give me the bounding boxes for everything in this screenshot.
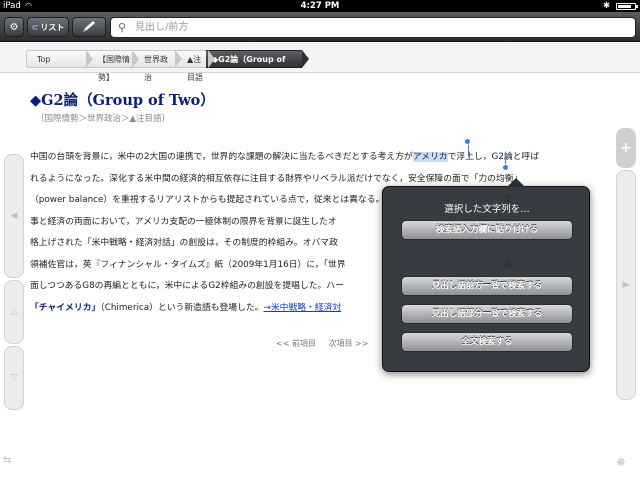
add-bookmark-button[interactable]: +	[616, 128, 636, 168]
selected-text[interactable]: アメリカ	[412, 152, 448, 162]
pager: << 前項目 次項目 >>	[276, 338, 378, 349]
pen-button[interactable]	[72, 17, 106, 37]
right-nav-rail: + ▶	[616, 128, 636, 466]
settings-button[interactable]: ⚙	[4, 17, 24, 37]
bluetooth-icon: ✱	[602, 1, 610, 11]
status-time: 4:27 PM	[300, 1, 340, 11]
plus-icon: +	[620, 140, 632, 156]
body-line: 中国の台頭を背景に，米中の2大国の連携で，世界的な課題の解決に当たるべきだとする…	[30, 152, 540, 162]
category-path: 〔国際情勢＞世界政治＞▲注目語〕	[36, 114, 171, 124]
previous-entry-link[interactable]: << 前項目	[276, 339, 316, 348]
next-page-button[interactable]: ▶	[616, 170, 636, 400]
wheel-icon[interactable]: ✵	[616, 455, 626, 469]
fulltext-search-button[interactable]: 全文検索する	[401, 332, 573, 352]
scroll-down-button[interactable]: ▽	[4, 346, 24, 410]
selection-end-handle[interactable]	[502, 164, 509, 171]
breadcrumb: Top 【国際情勢】 世界政治 ▲注目語 ◆G2論（Group of Two）	[0, 43, 640, 82]
breadcrumb-item-current: ◆G2論（Group of Two）	[206, 50, 309, 82]
search-field[interactable]: ⚲	[110, 17, 636, 38]
selection-start-stem	[468, 143, 469, 157]
gear-icon: ⚙	[9, 21, 19, 33]
battery-icon	[616, 3, 638, 10]
search-icon: ⚲	[118, 21, 127, 34]
toolbar: ⚙ ⊂ リスト ⚲	[0, 12, 640, 42]
arrow-up-icon: △	[10, 307, 18, 317]
list-button[interactable]: ⊂ リスト	[27, 17, 69, 37]
left-nav-rail: ◀ △ ▽	[4, 128, 24, 466]
history-icon[interactable]: ⇆	[3, 455, 11, 466]
paste-to-search-button[interactable]: 検索語入力欄に貼り付ける	[401, 220, 573, 240]
status-bar: iPad ◠ 4:27 PM ✱	[0, 0, 640, 12]
arrow-down-icon: ▽	[10, 373, 18, 383]
partial-search-button[interactable]: 見出し語部分一致で検索する	[401, 304, 573, 324]
search-input[interactable]	[135, 20, 625, 35]
related-entry-link[interactable]: →米中戦略・経済対	[264, 303, 342, 313]
popover-title: 選択した文字列を…	[444, 204, 530, 215]
keyword-chimerica: 「チャイメリカ」	[30, 302, 101, 313]
scroll-up-button[interactable]: △	[4, 280, 24, 344]
page-title: ◆G2論（Group of Two）	[30, 92, 215, 109]
prefix-search-button[interactable]: 見出し語前方一致で検索する	[401, 276, 573, 296]
arrow-right-icon: ▶	[622, 280, 630, 290]
arrow-left-icon: ◀	[10, 211, 18, 221]
next-entry-link[interactable]: 次項目 >>	[329, 339, 369, 348]
pen-icon	[83, 21, 95, 32]
previous-page-button[interactable]: ◀	[4, 154, 24, 278]
back-arrow-icon: ⊂	[31, 22, 39, 32]
selection-start-handle[interactable]	[464, 138, 471, 145]
breadcrumb-item-top[interactable]: Top	[26, 50, 93, 68]
selection-action-popover: 選択した文字列を… 検索語入力欄に貼り付ける 見出し語前方一致で検索する 見出し…	[382, 178, 590, 372]
list-button-label: リスト	[40, 22, 65, 32]
